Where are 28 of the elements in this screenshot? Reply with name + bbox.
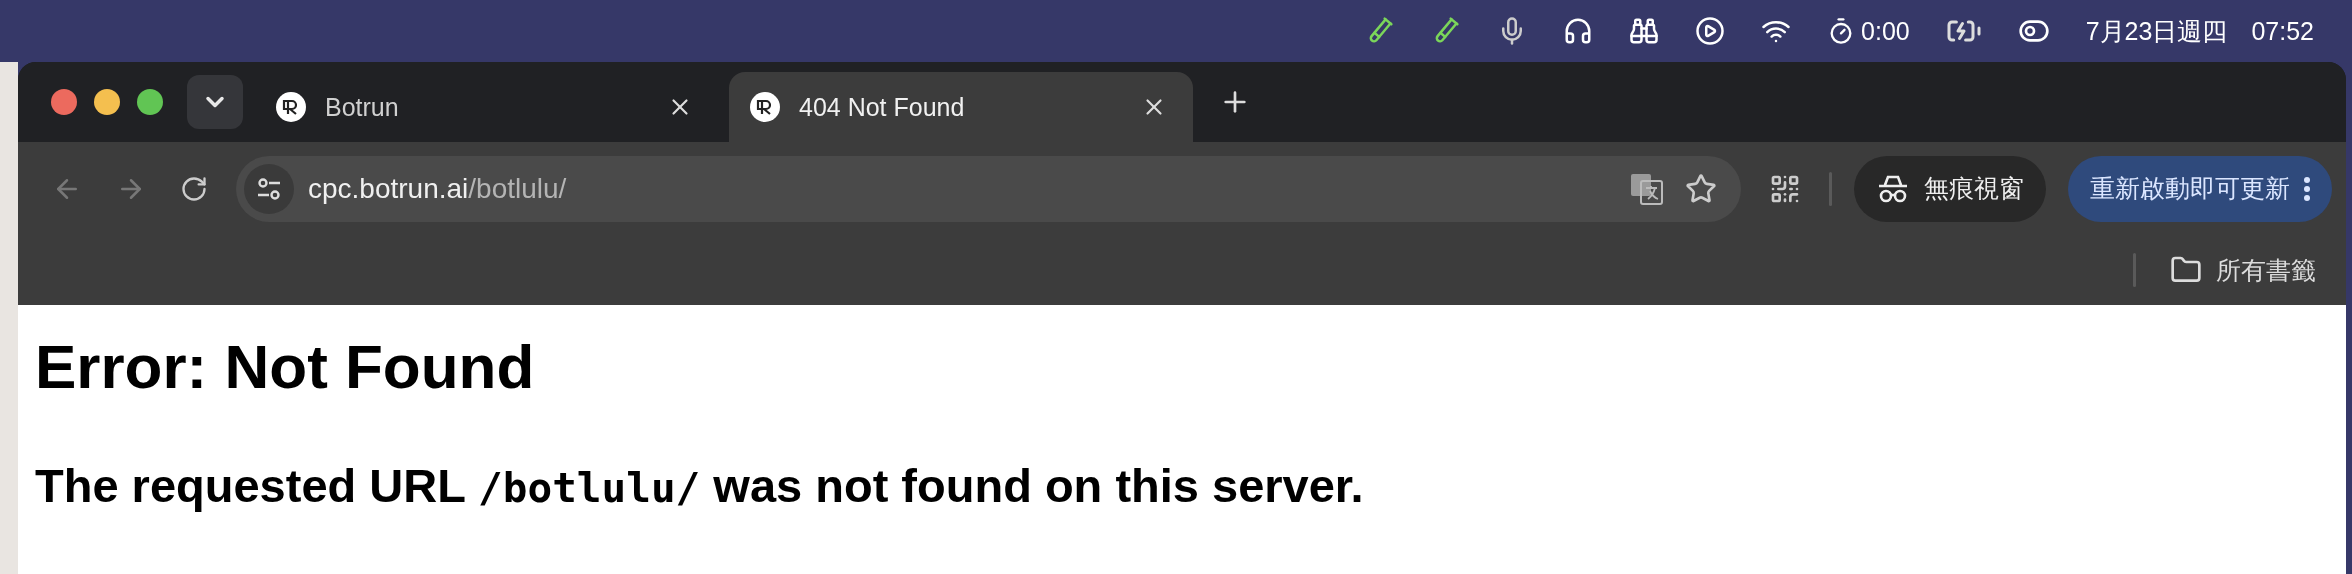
url-text: cpc.botrun.ai/botlulu/	[308, 172, 568, 205]
browser-tab[interactable]: Botrun	[255, 72, 719, 142]
browser-tab[interactable]: 404 Not Found	[729, 72, 1193, 142]
menu-date[interactable]: 7月23日週四	[2085, 14, 2228, 48]
logo-icon	[275, 91, 307, 123]
headphones-icon[interactable]	[1563, 16, 1594, 46]
tab-title: Botrun	[325, 92, 400, 122]
more-icon	[2304, 176, 2310, 201]
reload-icon	[180, 174, 208, 203]
all-bookmarks-button[interactable]: 所有書籤	[2164, 252, 2322, 288]
zoom-window-button[interactable]	[137, 89, 163, 115]
play-icon[interactable]	[1695, 16, 1726, 46]
error-message: The requested URL /botlulu/ was not found on this server.	[35, 458, 1365, 513]
logo-icon	[749, 91, 781, 123]
update-button[interactable]: 重新啟動即可更新	[2068, 155, 2332, 222]
close-window-button[interactable]	[51, 89, 77, 115]
address-bar[interactable]: cpc.botrun.ai/botlulu/	[236, 155, 1741, 222]
binoculars-icon[interactable]	[1629, 16, 1660, 46]
star-icon	[1685, 172, 1717, 205]
incognito-button[interactable]: 無痕視窗	[1854, 155, 2046, 222]
site-info-button[interactable]	[244, 163, 294, 214]
timer-text: 0:00	[1861, 16, 1910, 46]
minimize-window-button[interactable]	[94, 89, 120, 115]
menu-time[interactable]: 07:52	[2251, 16, 2314, 46]
tab-title: 404 Not Found	[799, 92, 966, 122]
incognito-icon	[1876, 173, 1910, 204]
error-heading: Error: Not Found	[35, 331, 536, 402]
tab-search-button[interactable]	[187, 75, 243, 129]
